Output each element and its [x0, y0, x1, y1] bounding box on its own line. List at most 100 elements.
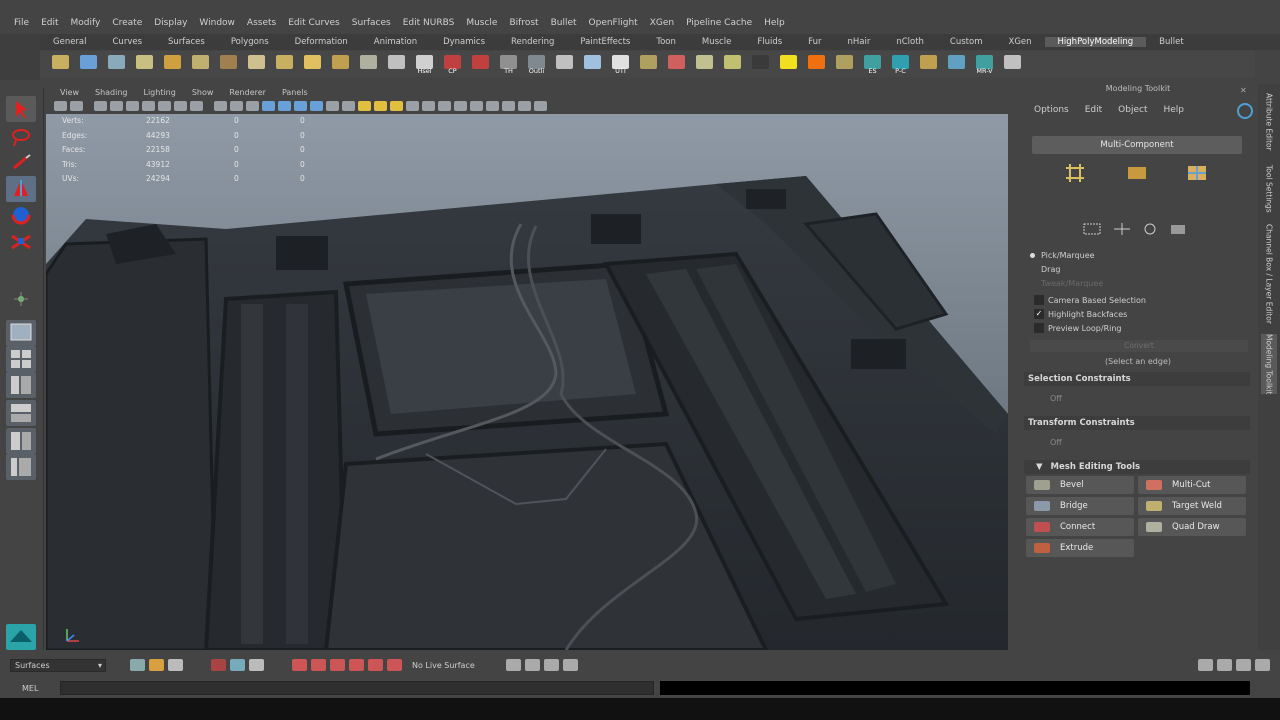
- shelf-tool-icon[interactable]: TH: [496, 53, 521, 75]
- select-object-icon[interactable]: [230, 659, 245, 671]
- shelf-tool-icon[interactable]: ES: [860, 53, 885, 75]
- menu-muscle[interactable]: Muscle: [460, 18, 503, 28]
- shelf-tool-icon[interactable]: [188, 53, 213, 75]
- layout-persp-outliner-icon[interactable]: [6, 428, 36, 454]
- shelf-tool-icon[interactable]: [244, 53, 269, 75]
- new-scene-icon[interactable]: [130, 659, 145, 671]
- select-hierarchy-icon[interactable]: [211, 659, 226, 671]
- marquee-icon[interactable]: [1082, 222, 1102, 236]
- checkbox-highlight-backfaces[interactable]: ✓ Highlight Backfaces: [1034, 309, 1127, 319]
- tab-attribute-editor[interactable]: Attribute Editor: [1261, 92, 1277, 152]
- shelf-tool-icon[interactable]: CP: [440, 53, 465, 75]
- shelf-tab-ncloth[interactable]: nCloth: [883, 37, 937, 47]
- shelf-tool-icon[interactable]: P-C: [888, 53, 913, 75]
- tab-modeling-toolkit[interactable]: Modeling Toolkit: [1261, 334, 1277, 394]
- shelf-tool-icon[interactable]: [1000, 53, 1025, 75]
- viewport-menu-panels[interactable]: Panels: [274, 88, 316, 97]
- multi-component-button[interactable]: Multi-Component: [1032, 136, 1242, 154]
- viewport-toolbar-icon[interactable]: [326, 100, 339, 111]
- viewport-toolbar-icon[interactable]: [342, 100, 355, 111]
- viewport-toolbar-icon[interactable]: [54, 100, 67, 111]
- viewport-toolbar-icon[interactable]: [246, 100, 259, 111]
- snap-curve-icon[interactable]: [311, 659, 326, 671]
- transform-constraint-off[interactable]: Off: [1050, 438, 1062, 447]
- viewport-menu-view[interactable]: View: [52, 88, 87, 97]
- shelf-tab-dynamics[interactable]: Dynamics: [430, 37, 498, 47]
- shelf-tool-icon[interactable]: [916, 53, 941, 75]
- viewport-toolbar-icon[interactable]: [190, 100, 203, 111]
- viewport-toolbar-icon[interactable]: [390, 100, 403, 111]
- shelf-tab-general[interactable]: General: [40, 37, 100, 47]
- viewport-toolbar-icon[interactable]: [358, 100, 371, 111]
- shelf-tab-rendering[interactable]: Rendering: [498, 37, 567, 47]
- viewport-toolbar-icon[interactable]: [438, 100, 451, 111]
- open-scene-icon[interactable]: [149, 659, 164, 671]
- move-tool-icon[interactable]: [6, 176, 36, 202]
- menu-edit[interactable]: Edit: [35, 18, 64, 28]
- menu-modify[interactable]: Modify: [65, 18, 107, 28]
- layout-side-icon[interactable]: [6, 372, 36, 398]
- viewport-toolbar-icon[interactable]: [534, 100, 547, 111]
- shelf-tab-surfaces[interactable]: Surfaces: [155, 37, 218, 47]
- viewport-toolbar-icon[interactable]: [158, 100, 171, 111]
- shelf-tool-icon[interactable]: [468, 53, 493, 75]
- menu-pipeline-cache[interactable]: Pipeline Cache: [680, 18, 758, 28]
- menu-edit-curves[interactable]: Edit Curves: [282, 18, 346, 28]
- layout-persp-graph-icon[interactable]: [6, 400, 36, 426]
- shelf-tab-custom[interactable]: Custom: [937, 37, 996, 47]
- magnet-icon[interactable]: [387, 659, 402, 671]
- menu-create[interactable]: Create: [106, 18, 148, 28]
- manipulator-icon[interactable]: [6, 286, 36, 312]
- convert-button[interactable]: Convert: [1030, 340, 1248, 352]
- viewport-toolbar-icon[interactable]: [110, 100, 123, 111]
- selection-constraints-header[interactable]: Selection Constraints: [1024, 372, 1250, 386]
- menu-file[interactable]: File: [8, 18, 35, 28]
- shelf-tool-icon[interactable]: [48, 53, 73, 75]
- shelf-tool-icon[interactable]: [328, 53, 353, 75]
- tab-tool-settings[interactable]: Tool Settings: [1261, 164, 1277, 214]
- shelf-tool-icon[interactable]: [384, 53, 409, 75]
- layout-single-icon[interactable]: [6, 320, 36, 346]
- render-view-icon[interactable]: [506, 659, 521, 671]
- scale-tool-icon[interactable]: [6, 228, 36, 254]
- make-live-icon[interactable]: [368, 659, 383, 671]
- shelf-tool-icon[interactable]: [804, 53, 829, 75]
- viewport-toolbar-icon[interactable]: [422, 100, 435, 111]
- shelf-tool-icon[interactable]: [300, 53, 325, 75]
- viewport-toolbar-icon[interactable]: [262, 100, 275, 111]
- select-component-icon[interactable]: [249, 659, 264, 671]
- snap-view-plane-icon[interactable]: [349, 659, 364, 671]
- modeling-toolkit-toggle-icon[interactable]: [1198, 659, 1213, 671]
- menu-surfaces[interactable]: Surfaces: [346, 18, 397, 28]
- panel-menu-help[interactable]: Help: [1155, 105, 1192, 115]
- viewport-toolbar-icon[interactable]: [214, 100, 227, 111]
- symmetry-icon[interactable]: [1168, 222, 1188, 236]
- shelf-tool-icon[interactable]: [692, 53, 717, 75]
- viewport-toolbar-icon[interactable]: [406, 100, 419, 111]
- paint-select-tool-icon[interactable]: [6, 150, 36, 176]
- move-manip-icon[interactable]: [1112, 222, 1132, 236]
- shelf-tab-fluids[interactable]: Fluids: [744, 37, 795, 47]
- shelf-tab-curves[interactable]: Curves: [100, 37, 156, 47]
- radio-drag[interactable]: Drag: [1030, 265, 1060, 274]
- shelf-tool-icon[interactable]: [664, 53, 689, 75]
- target-weld-button[interactable]: Target Weld: [1138, 497, 1246, 515]
- viewport-toolbar-icon[interactable]: [294, 100, 307, 111]
- viewport-toolbar-icon[interactable]: [126, 100, 139, 111]
- viewport-toolbar-icon[interactable]: [310, 100, 323, 111]
- viewport-menu-lighting[interactable]: Lighting: [135, 88, 183, 97]
- select-tool-icon[interactable]: [6, 96, 36, 122]
- viewport-toolbar-icon[interactable]: [470, 100, 483, 111]
- shelf-tab-xgen[interactable]: XGen: [996, 37, 1045, 47]
- shelf-tool-icon[interactable]: [944, 53, 969, 75]
- shelf-tool-icon[interactable]: [748, 53, 773, 75]
- shelf-tool-icon[interactable]: [104, 53, 129, 75]
- menu-help[interactable]: Help: [758, 18, 791, 28]
- viewport-toolbar-icon[interactable]: [230, 100, 243, 111]
- viewport-toolbar-icon[interactable]: [142, 100, 155, 111]
- connect-button[interactable]: Connect: [1026, 518, 1134, 536]
- mode-icon[interactable]: [6, 624, 36, 650]
- quad-draw-button[interactable]: Quad Draw: [1138, 518, 1246, 536]
- shelf-tool-icon[interactable]: [636, 53, 661, 75]
- shelf-tool-icon[interactable]: MR-V: [972, 53, 997, 75]
